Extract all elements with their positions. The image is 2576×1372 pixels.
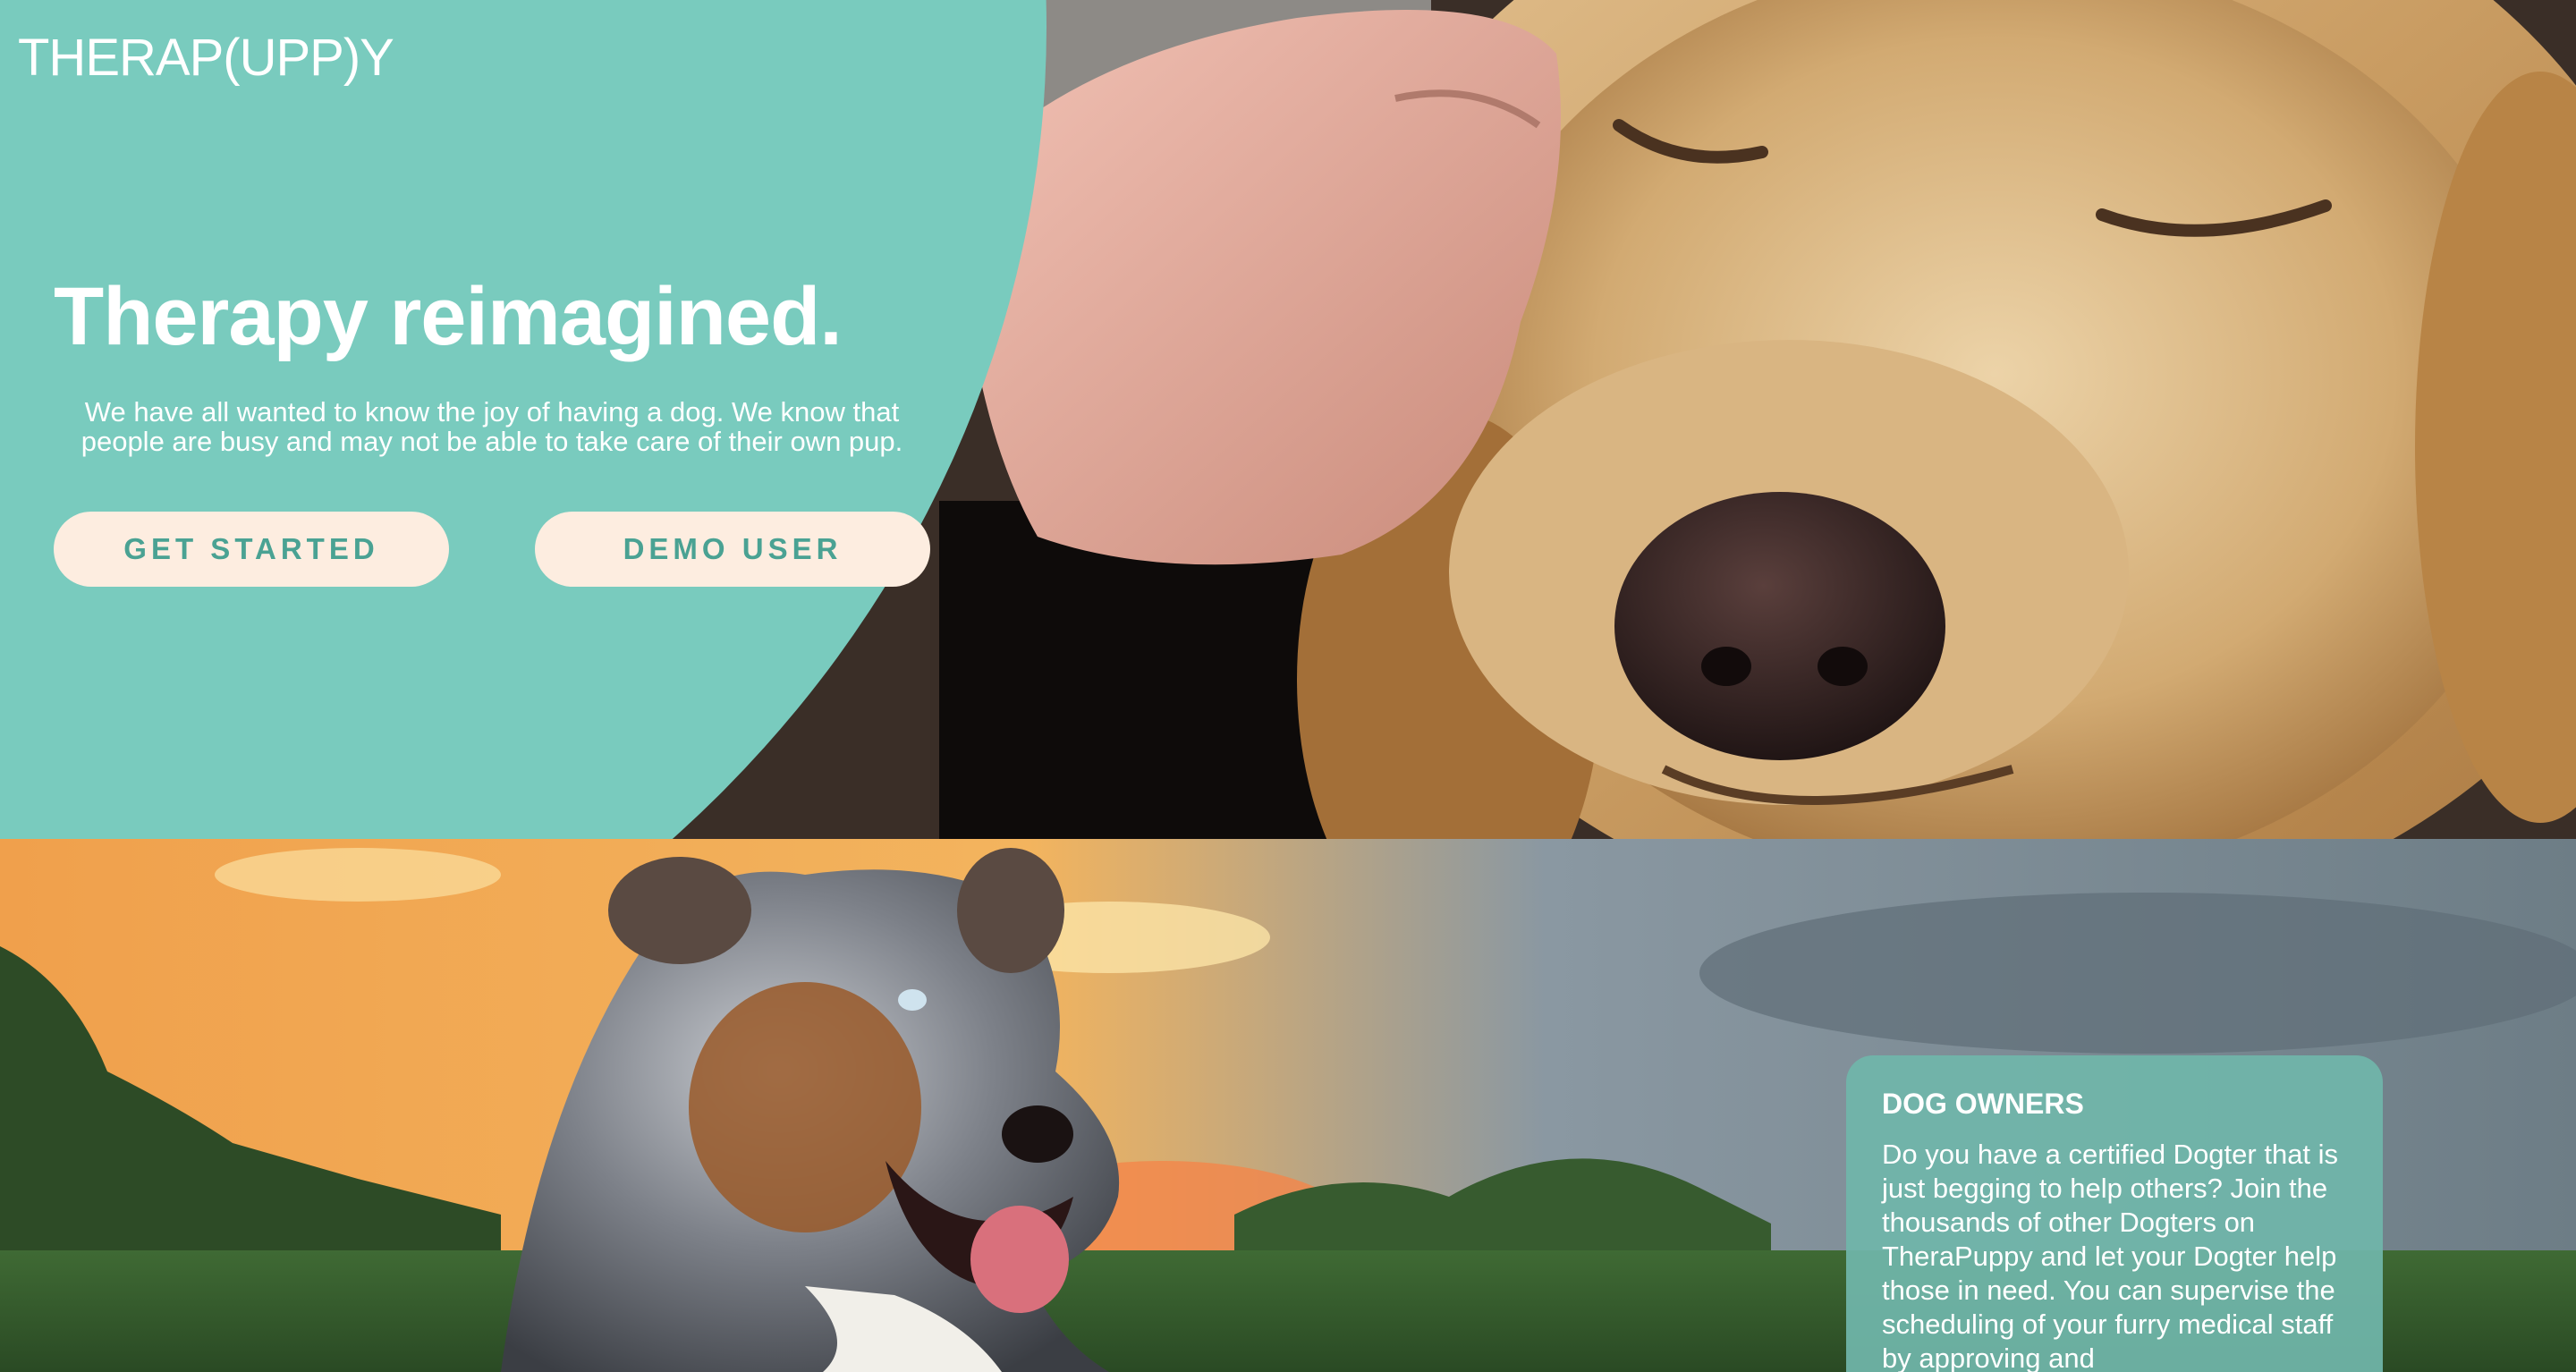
dog-owners-body: Do you have a certified Dogter that is j…: [1882, 1139, 2339, 1372]
landing-page: THERAP(UPP)Y Therapy reimagined. We have…: [0, 0, 2576, 1372]
hero-title: Therapy reimagined.: [54, 271, 843, 362]
hero-section: THERAP(UPP)Y Therapy reimagined. We have…: [0, 0, 2576, 839]
dog-owners-title: DOG OWNERS: [1882, 1088, 2084, 1120]
dog-owners-section: DOG OWNERS Do you have a certified Dogte…: [0, 839, 2576, 1372]
hero-description: We have all wanted to know the joy of ha…: [80, 396, 903, 457]
get-started-button[interactable]: GET STARTED: [54, 512, 449, 587]
dog-owners-card: DOG OWNERS Do you have a certified Dogte…: [1846, 1055, 2383, 1372]
demo-user-button[interactable]: DEMO USER: [535, 512, 930, 587]
brand-logo[interactable]: THERAP(UPP)Y: [18, 32, 394, 84]
